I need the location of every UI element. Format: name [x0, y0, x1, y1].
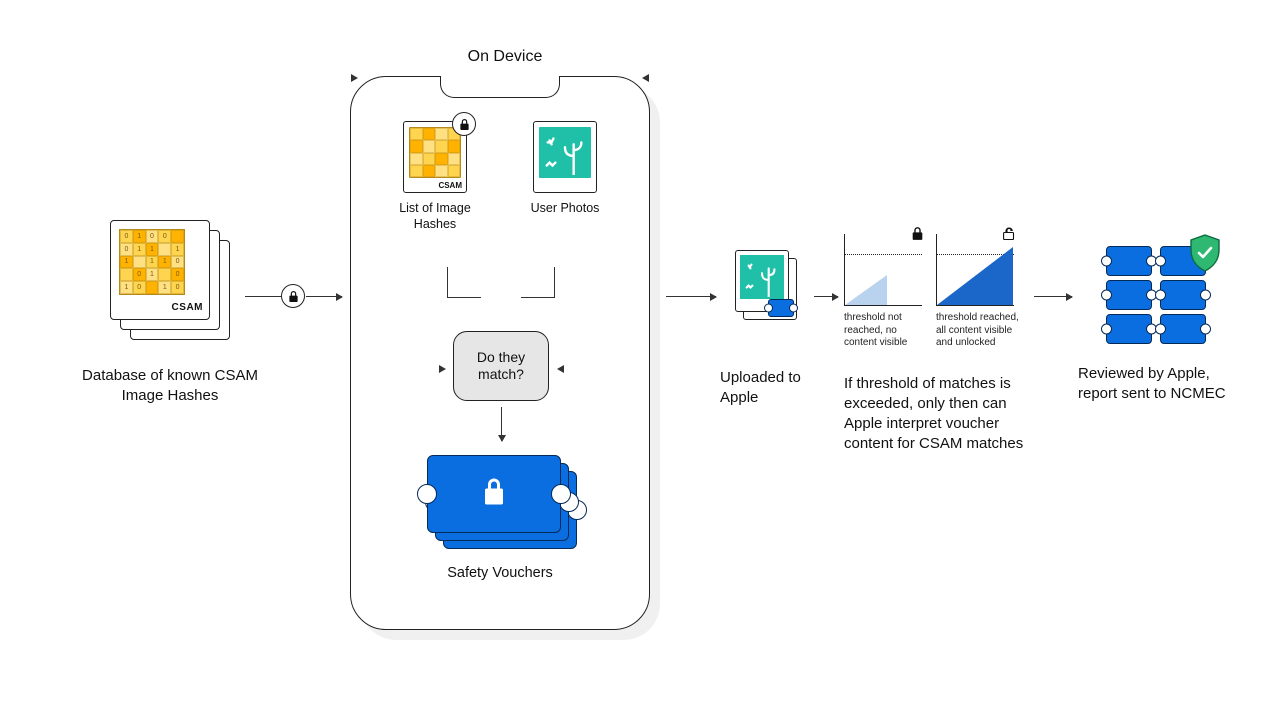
- stage-uploaded: Uploaded to Apple: [720, 250, 812, 409]
- arrow-db-to-phone: [245, 296, 281, 297]
- image-hashes-card: CSAM List of Image Hashes: [399, 121, 471, 232]
- hash-grid-icon: 0100 0111 1110 010 1010: [119, 229, 185, 295]
- lock-icon: [452, 112, 476, 136]
- csam-tag-small: CSAM: [438, 181, 462, 190]
- review-vouchers-grid: [1102, 246, 1212, 334]
- voucher-badge-icon: [768, 299, 794, 317]
- shield-check-icon: [1188, 234, 1222, 272]
- hash-database-stack: 0100 0111 1110 010 1010 CSAM: [110, 220, 230, 340]
- phone-notch: [440, 76, 560, 98]
- stage-database: 0100 0111 1110 010 1010 CSAM Database of…: [80, 220, 260, 407]
- database-caption: Database of known CSAM Image Hashes: [80, 366, 260, 407]
- review-caption: Reviewed by Apple, report sent to NCMEC: [1078, 364, 1236, 405]
- chart-b-caption: threshold reached, all content visible a…: [936, 312, 1022, 350]
- lock-closed-small-icon: [911, 226, 924, 246]
- uploaded-caption: Uploaded to Apple: [720, 368, 812, 409]
- lock-open-small-icon: [1002, 226, 1016, 246]
- arrow-db-to-phone-tail: [306, 296, 342, 297]
- on-device-title: On Device: [350, 48, 660, 66]
- arrow-phone-to-upload: [666, 296, 716, 297]
- stage-review: Reviewed by Apple, report sent to NCMEC: [1078, 246, 1236, 405]
- uploaded-photo-stack: [735, 250, 797, 328]
- match-question-box: Do they match?: [453, 331, 549, 401]
- user-photos-card: User Photos: [529, 121, 601, 232]
- stage-threshold: threshold not reached, no content visibl…: [844, 234, 1030, 455]
- phone-outline: CSAM List of Image Hashes User Photos: [350, 76, 650, 630]
- photo-cactus-small-icon: [740, 255, 784, 299]
- csam-tag: CSAM: [172, 302, 203, 313]
- photos-label: User Photos: [529, 201, 601, 217]
- hashes-label: List of Image Hashes: [399, 201, 471, 232]
- chart-a-caption: threshold not reached, no content visibl…: [844, 312, 922, 350]
- safety-vouchers-stack: [427, 455, 577, 551]
- hash-grid-small-icon: [409, 127, 461, 178]
- arrow-upload-to-threshold: [814, 296, 838, 297]
- arrow-down-icon: [501, 407, 502, 441]
- lock-icon: [281, 284, 305, 308]
- arrow-threshold-to-review: [1034, 296, 1072, 297]
- threshold-not-reached-chart-icon: [844, 234, 922, 306]
- lock-white-icon: [481, 477, 507, 512]
- threshold-reached-chart-icon: [936, 234, 1014, 306]
- threshold-caption: If threshold of matches is exceeded, onl…: [844, 374, 1030, 455]
- photo-cactus-icon: [539, 127, 591, 178]
- vouchers-label: Safety Vouchers: [351, 565, 649, 581]
